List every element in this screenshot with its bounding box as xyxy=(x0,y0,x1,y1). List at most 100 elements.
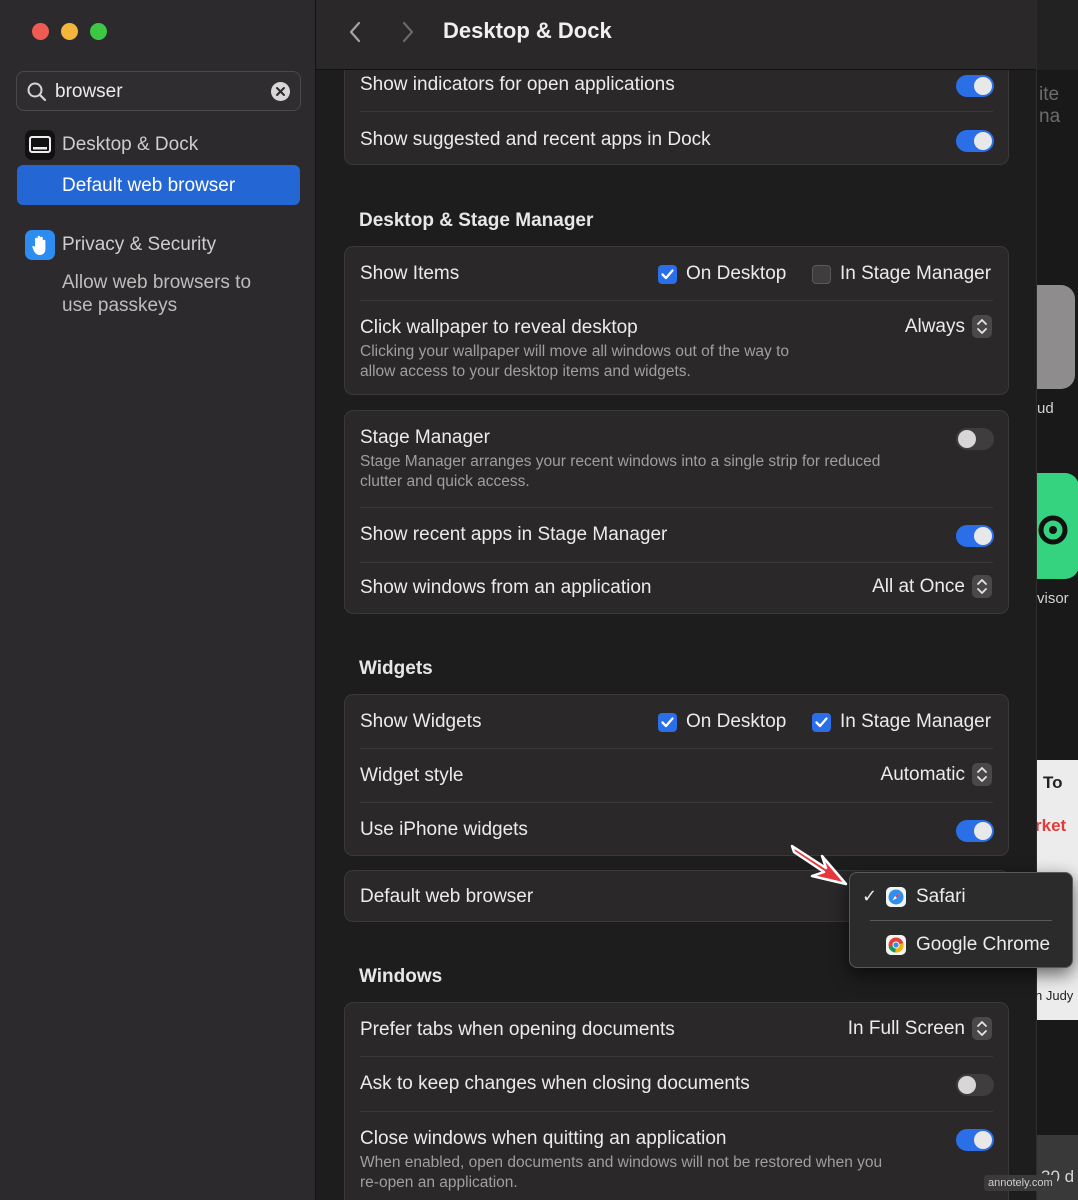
sidebar-result-default-web-browser[interactable]: Default web browser xyxy=(17,165,300,205)
row-description-line2: re-open an application. xyxy=(360,1174,518,1191)
row-description-line2: clutter and quick access. xyxy=(360,473,530,490)
sidebar-result-passkeys[interactable]: Allow web browsers to use passkeys xyxy=(17,270,300,320)
desktop-items-group: Show Items On Desktop In Stage Manager C… xyxy=(344,246,1009,395)
stage-manager-group: Stage Manager Stage Manager arranges you… xyxy=(344,410,1009,614)
checkbox-widgets-in-stage-manager[interactable]: In Stage Manager xyxy=(812,711,991,733)
row-show-items: Show Items On Desktop In Stage Manager xyxy=(345,247,1008,301)
checkbox-widgets-on-desktop[interactable]: On Desktop xyxy=(658,711,786,733)
hand-icon xyxy=(25,230,55,260)
annotation-arrow-icon xyxy=(790,844,848,886)
toggle-stage-manager[interactable] xyxy=(956,428,994,450)
section-heading-windows: Windows xyxy=(359,966,443,987)
chevron-left-icon[interactable] xyxy=(346,19,366,45)
background-text: ite na xyxy=(1039,84,1061,127)
search-icon xyxy=(27,82,47,102)
window-close-button[interactable] xyxy=(32,23,49,40)
background-text: ud xyxy=(1037,400,1054,417)
popup-value: Automatic xyxy=(880,763,965,785)
toggle-ask-keep-changes[interactable] xyxy=(956,1074,994,1096)
row-label: Use iPhone widgets xyxy=(360,819,528,840)
chrome-icon xyxy=(886,935,906,955)
popup-widget-style[interactable]: Automatic xyxy=(881,763,992,786)
row-stage-manager: Stage Manager Stage Manager arranges you… xyxy=(345,411,1008,507)
row-show-indicators: Show indicators for open applications xyxy=(345,71,1008,126)
sidebar-result-label: Default web browser xyxy=(62,175,236,196)
background-window: ite na ud visor To rket n Judy 30 d xyxy=(1036,0,1078,1200)
row-label: Ask to keep changes when closing documen… xyxy=(360,1073,750,1094)
sidebar-item-desktop-dock[interactable]: Desktop & Dock xyxy=(17,125,300,165)
search-input[interactable]: browser xyxy=(55,81,123,103)
menu-item-label: Safari xyxy=(916,886,966,907)
row-description-line2: allow access to your desktop items and w… xyxy=(360,363,691,380)
background-text: rket xyxy=(1036,816,1067,835)
windows-group: Prefer tabs when opening documents In Fu… xyxy=(344,1002,1009,1200)
row-label: Show recent apps in Stage Manager xyxy=(360,524,668,545)
up-down-chevron-icon xyxy=(972,763,992,786)
row-label: Show Widgets xyxy=(360,711,482,732)
default-browser-menu: ✓ Safari Google Chrome xyxy=(849,872,1073,968)
sidebar-result-label-line1: Allow web browsers to xyxy=(62,272,252,293)
watermark: annotely.com xyxy=(984,1175,1057,1191)
app-tile xyxy=(1037,473,1078,579)
row-widget-style: Widget style Automatic xyxy=(345,749,1008,803)
row-iphone-widgets: Use iPhone widgets xyxy=(345,803,1008,857)
checkbox-checked-icon xyxy=(812,712,831,732)
toggle-close-windows[interactable] xyxy=(956,1129,994,1151)
toggle-suggested-apps[interactable] xyxy=(956,130,994,152)
row-label: Widget style xyxy=(360,765,464,786)
background-text: To xyxy=(1043,773,1063,792)
toggle-recent-apps-stage[interactable] xyxy=(956,525,994,547)
page-title: Desktop & Dock xyxy=(443,18,612,43)
checkmark-icon: ✓ xyxy=(862,886,878,906)
sidebar-item-privacy-security[interactable]: Privacy & Security xyxy=(17,225,300,265)
checkbox-items-on-desktop[interactable]: On Desktop xyxy=(658,263,786,285)
section-heading-widgets: Widgets xyxy=(359,658,433,679)
row-label: Default web browser xyxy=(360,886,534,907)
row-label: Show Items xyxy=(360,263,460,284)
window-zoom-button[interactable] xyxy=(90,23,107,40)
sidebar-item-label: Desktop & Dock xyxy=(62,134,199,155)
window-minimize-button[interactable] xyxy=(61,23,78,40)
clear-search-icon[interactable] xyxy=(271,82,290,101)
popup-windows-from-app[interactable]: All at Once xyxy=(872,575,992,598)
row-label: Click wallpaper to reveal desktop xyxy=(360,317,638,338)
search-field[interactable]: browser xyxy=(16,71,301,111)
background-text: visor xyxy=(1037,590,1069,607)
row-description-line1: Stage Manager arranges your recent windo… xyxy=(360,453,881,470)
popup-click-wallpaper[interactable]: Always xyxy=(905,315,992,338)
row-windows-from-app: Show windows from an application All at … xyxy=(345,563,1008,615)
sidebar-item-label: Privacy & Security xyxy=(62,234,217,255)
toggle-iphone-widgets[interactable] xyxy=(956,820,994,842)
sidebar: browser Desktop & Dock Default web brows… xyxy=(0,0,316,1200)
menu-divider xyxy=(870,920,1052,921)
row-suggested-apps: Show suggested and recent apps in Dock xyxy=(345,126,1008,166)
row-description-line1: Clicking your wallpaper will move all wi… xyxy=(360,343,790,360)
popup-value: In Full Screen xyxy=(847,1017,965,1039)
chevron-right-icon[interactable] xyxy=(398,19,418,45)
row-prefer-tabs: Prefer tabs when opening documents In Fu… xyxy=(345,1003,1008,1057)
menu-item-label: Google Chrome xyxy=(916,934,1051,955)
checkbox-label: On Desktop xyxy=(686,711,787,732)
row-label: Show indicators for open applications xyxy=(360,74,675,95)
row-label: Show windows from an application xyxy=(360,577,652,598)
menu-item-google-chrome[interactable]: Google Chrome xyxy=(850,925,1072,965)
row-ask-keep-changes: Ask to keep changes when closing documen… xyxy=(345,1057,1008,1111)
sidebar-result-label-line2: use passkeys xyxy=(62,295,178,316)
popup-prefer-tabs[interactable]: In Full Screen xyxy=(848,1017,992,1040)
divider xyxy=(360,111,993,112)
checkbox-label: On Desktop xyxy=(686,263,787,284)
row-label: Show suggested and recent apps in Dock xyxy=(360,129,711,150)
toggle-show-indicators[interactable] xyxy=(956,75,994,97)
checkbox-checked-icon xyxy=(658,264,677,284)
row-label: Close windows when quitting an applicati… xyxy=(360,1128,727,1149)
title-bar: Desktop & Dock xyxy=(316,0,1036,70)
checkbox-items-in-stage-manager[interactable]: In Stage Manager xyxy=(812,263,991,285)
menu-item-safari[interactable]: ✓ Safari xyxy=(850,877,1072,917)
app-tile xyxy=(1037,285,1075,389)
checkbox-label: In Stage Manager xyxy=(840,711,992,732)
row-close-windows: Close windows when quitting an applicati… xyxy=(345,1112,1008,1200)
checkbox-checked-icon xyxy=(658,712,677,732)
row-label: Prefer tabs when opening documents xyxy=(360,1019,675,1040)
checkbox-label: In Stage Manager xyxy=(840,263,992,284)
popup-value: Always xyxy=(904,315,965,337)
